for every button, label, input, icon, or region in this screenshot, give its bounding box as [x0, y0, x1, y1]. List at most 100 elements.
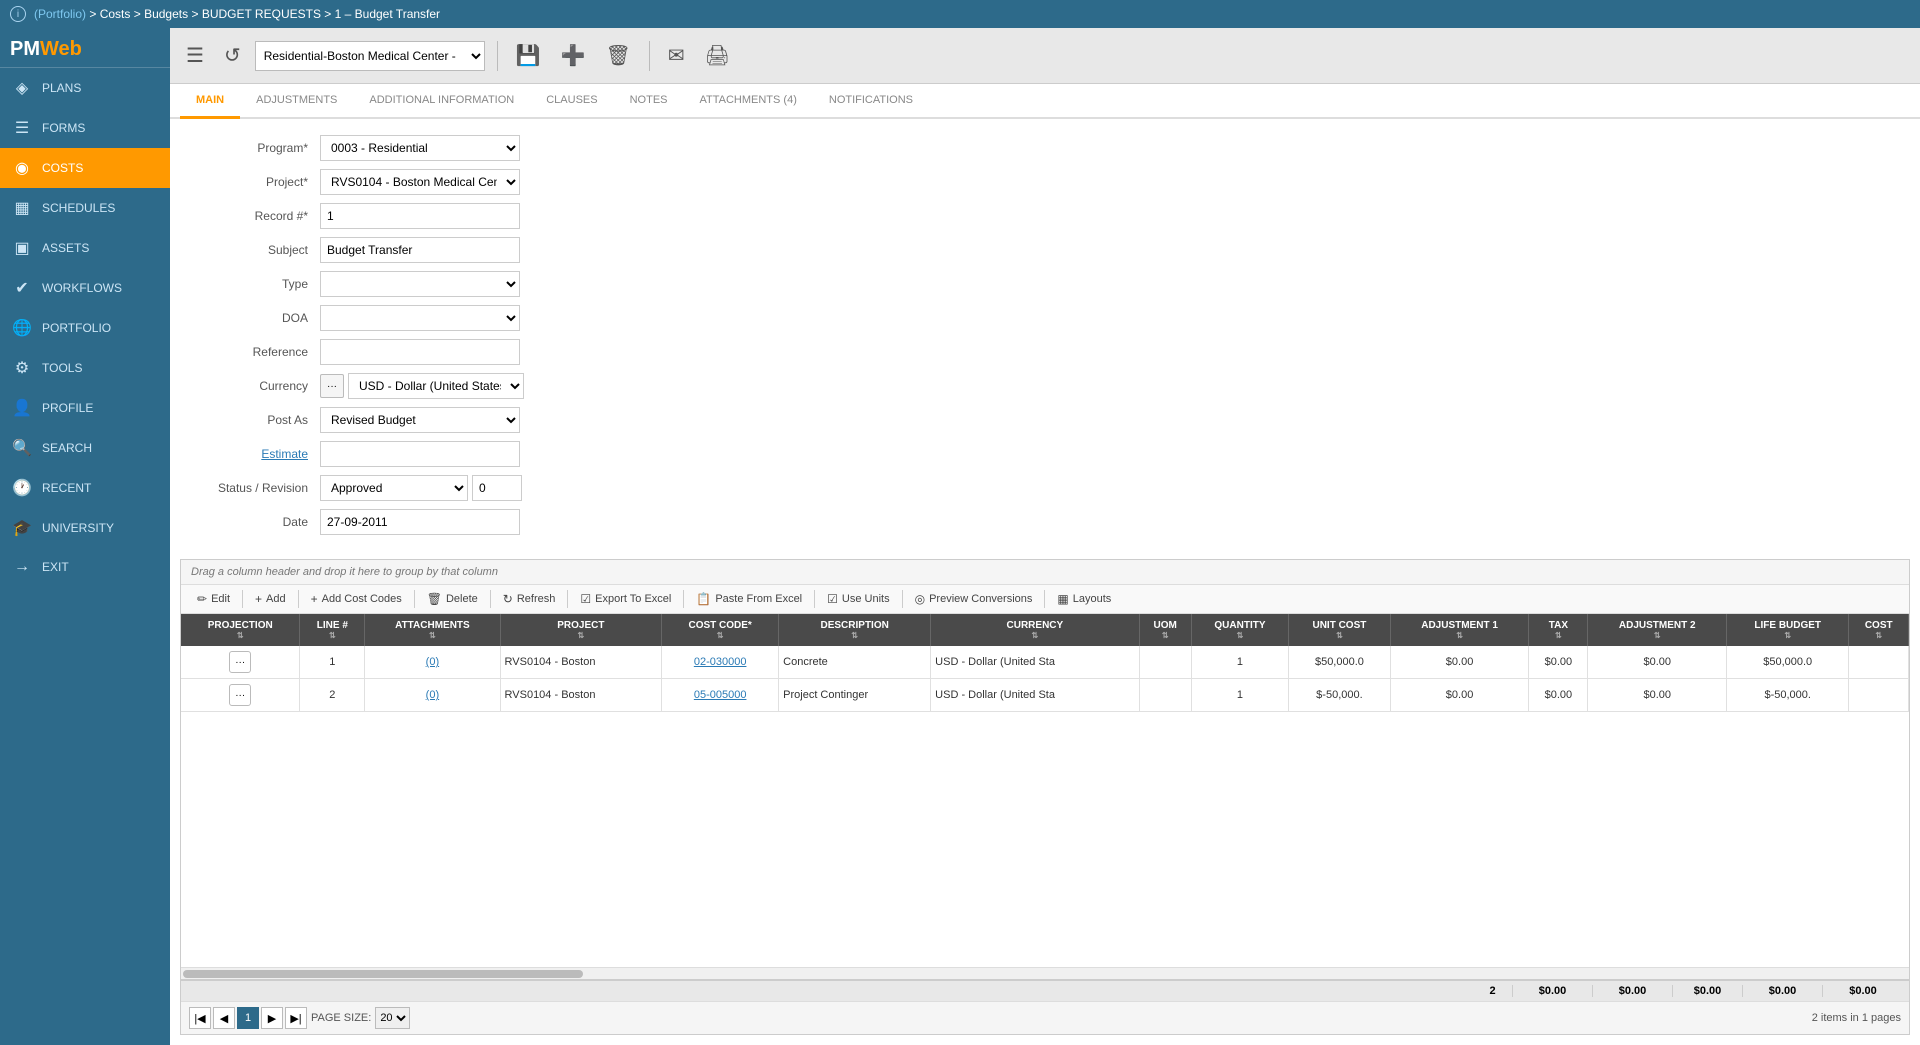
tab-clauses[interactable]: CLAUSES: [530, 84, 613, 119]
print-button[interactable]: 🖨: [699, 39, 736, 72]
doa-select[interactable]: [320, 305, 520, 331]
add-cost-codes-button[interactable]: + Add Cost Codes: [303, 589, 410, 609]
type-select[interactable]: [320, 271, 520, 297]
estimate-input[interactable]: [320, 441, 520, 467]
record-label: Record #*: [190, 209, 320, 223]
paste-excel-button[interactable]: 📋 Paste From Excel: [688, 589, 810, 609]
layouts-icon: ▦: [1057, 592, 1068, 606]
status-select[interactable]: Approved: [320, 475, 468, 501]
page-size-select[interactable]: 20: [375, 1007, 410, 1029]
sidebar-item-assets[interactable]: ▣ ASSETS: [0, 228, 170, 268]
col-description: DESCRIPTION⇅: [779, 614, 931, 646]
post-as-label: Post As: [190, 413, 320, 427]
reference-input[interactable]: [320, 339, 520, 365]
sidebar-item-forms[interactable]: ☰ FORMS: [0, 108, 170, 148]
grid-sep-4: [490, 590, 491, 608]
col-project: PROJECT⇅: [500, 614, 662, 646]
grid-sep-6: [683, 590, 684, 608]
estimate-link[interactable]: Estimate: [261, 447, 308, 461]
list-icon[interactable]: ☰: [180, 39, 210, 72]
currency-expand-button[interactable]: ···: [320, 374, 344, 398]
tab-bar: MAIN ADJUSTMENTS ADDITIONAL INFORMATION …: [170, 84, 1920, 119]
scrollbar-thumb[interactable]: [183, 970, 583, 978]
currency-controls: ··· USD - Dollar (United States of Ameri…: [320, 373, 524, 399]
tab-attachments[interactable]: ATTACHMENTS (4): [684, 84, 813, 119]
reference-row: Reference: [190, 339, 1900, 365]
tab-main[interactable]: MAIN: [180, 84, 240, 119]
sidebar-item-tools[interactable]: ⚙ TOOLS: [0, 348, 170, 388]
prev-page-button[interactable]: ◀: [213, 1007, 235, 1029]
project-dropdown[interactable]: Residential-Boston Medical Center -: [255, 41, 485, 71]
sidebar-item-workflows[interactable]: ✔ WORKFLOWS: [0, 268, 170, 308]
save-button[interactable]: 💾: [510, 39, 547, 72]
portfolio-icon: 🌐: [12, 318, 32, 338]
subject-input[interactable]: [320, 237, 520, 263]
toolbar-separator: [497, 41, 498, 71]
col-adjustment1: ADJUSTMENT 1⇅: [1390, 614, 1529, 646]
sidebar-item-profile[interactable]: 👤 PROFILE: [0, 388, 170, 428]
use-units-button[interactable]: ☑ Use Units: [819, 589, 897, 609]
status-controls: Approved: [320, 475, 522, 501]
date-input[interactable]: [320, 509, 520, 535]
status-row: Status / Revision Approved: [190, 475, 1900, 501]
doa-row: DOA: [190, 305, 1900, 331]
cell-quantity: 1: [1191, 646, 1288, 679]
attachments-link[interactable]: (0): [426, 656, 439, 668]
post-as-select[interactable]: Revised Budget: [320, 407, 520, 433]
sidebar-item-schedules[interactable]: ▦ SCHEDULES: [0, 188, 170, 228]
sidebar-item-recent[interactable]: 🕐 RECENT: [0, 468, 170, 508]
sidebar-item-costs[interactable]: ◉ Costs: [0, 148, 170, 188]
tab-adjustments[interactable]: ADJUSTMENTS: [240, 84, 353, 119]
project-select[interactable]: RVS0104 - Boston Medical Center: [320, 169, 520, 195]
revision-input[interactable]: [472, 475, 522, 501]
cost-code-link[interactable]: 02-030000: [694, 656, 747, 668]
undo-button[interactable]: ↺: [218, 39, 247, 72]
breadcrumb-costs: Costs: [100, 7, 131, 21]
program-select[interactable]: 0003 - Residential: [320, 135, 520, 161]
top-bar: i (Portfolio) > Costs > Budgets > BUDGET…: [0, 0, 1920, 28]
horizontal-scrollbar[interactable]: [181, 967, 1909, 979]
next-page-button[interactable]: ▶: [261, 1007, 283, 1029]
tab-notes[interactable]: NOTES: [614, 84, 684, 119]
cost-code-link[interactable]: 05-005000: [694, 689, 747, 701]
export-excel-button[interactable]: ☑ Export To Excel: [572, 589, 679, 609]
row-menu-button[interactable]: ···: [229, 651, 251, 673]
preview-conversions-button[interactable]: ◎ Preview Conversions: [907, 589, 1041, 609]
page-1-button[interactable]: 1: [237, 1007, 259, 1029]
grid-sep-2: [298, 590, 299, 608]
cell-adjustment2: $0.00: [1588, 679, 1727, 712]
add-row-button[interactable]: + Add: [247, 589, 294, 609]
row-menu-button[interactable]: ···: [229, 684, 251, 706]
cell-projection: ···: [181, 646, 300, 679]
status-label: Status / Revision: [190, 481, 320, 495]
sidebar-item-portfolio[interactable]: 🌐 PORTFOLIO: [0, 308, 170, 348]
sidebar-item-label: RECENT: [42, 481, 91, 495]
cell-unit-cost: $-50,000.: [1289, 679, 1391, 712]
record-input[interactable]: [320, 203, 520, 229]
last-page-button[interactable]: ▶|: [285, 1007, 307, 1029]
email-button[interactable]: ✉: [662, 39, 691, 72]
col-unit-cost: UNIT COST⇅: [1289, 614, 1391, 646]
breadcrumb-portfolio[interactable]: (Portfolio): [34, 7, 86, 21]
toolbar-separator-2: [649, 41, 650, 71]
delete-button[interactable]: 🗑: [600, 39, 637, 72]
layouts-button[interactable]: ▦ Layouts: [1049, 589, 1119, 609]
refresh-button[interactable]: ↻ Refresh: [495, 589, 564, 609]
main-toolbar: ☰ ↺ Residential-Boston Medical Center - …: [170, 28, 1920, 84]
tab-notifications[interactable]: NOTIFICATIONS: [813, 84, 929, 119]
currency-select[interactable]: USD - Dollar (United States of America): [348, 373, 524, 399]
sidebar-item-university[interactable]: 🎓 UNIVERSITY: [0, 508, 170, 548]
delete-row-button[interactable]: 🗑 Delete: [419, 589, 486, 609]
sidebar-item-label: EXIT: [42, 560, 69, 574]
paste-icon: 📋: [696, 592, 711, 606]
sidebar-item-plans[interactable]: ◈ PLANS: [0, 68, 170, 108]
tab-additional[interactable]: ADDITIONAL INFORMATION: [353, 84, 530, 119]
first-page-button[interactable]: |◀: [189, 1007, 211, 1029]
attachments-link[interactable]: (0): [426, 689, 439, 701]
col-tax: TAX⇅: [1529, 614, 1588, 646]
sidebar-item-exit[interactable]: → EXIT: [0, 548, 170, 586]
add-button[interactable]: ➕: [555, 39, 592, 72]
edit-button[interactable]: ✏ Edit: [189, 589, 238, 609]
cell-unit-cost: $50,000.0: [1289, 646, 1391, 679]
sidebar-item-search[interactable]: 🔍 SEARCH: [0, 428, 170, 468]
